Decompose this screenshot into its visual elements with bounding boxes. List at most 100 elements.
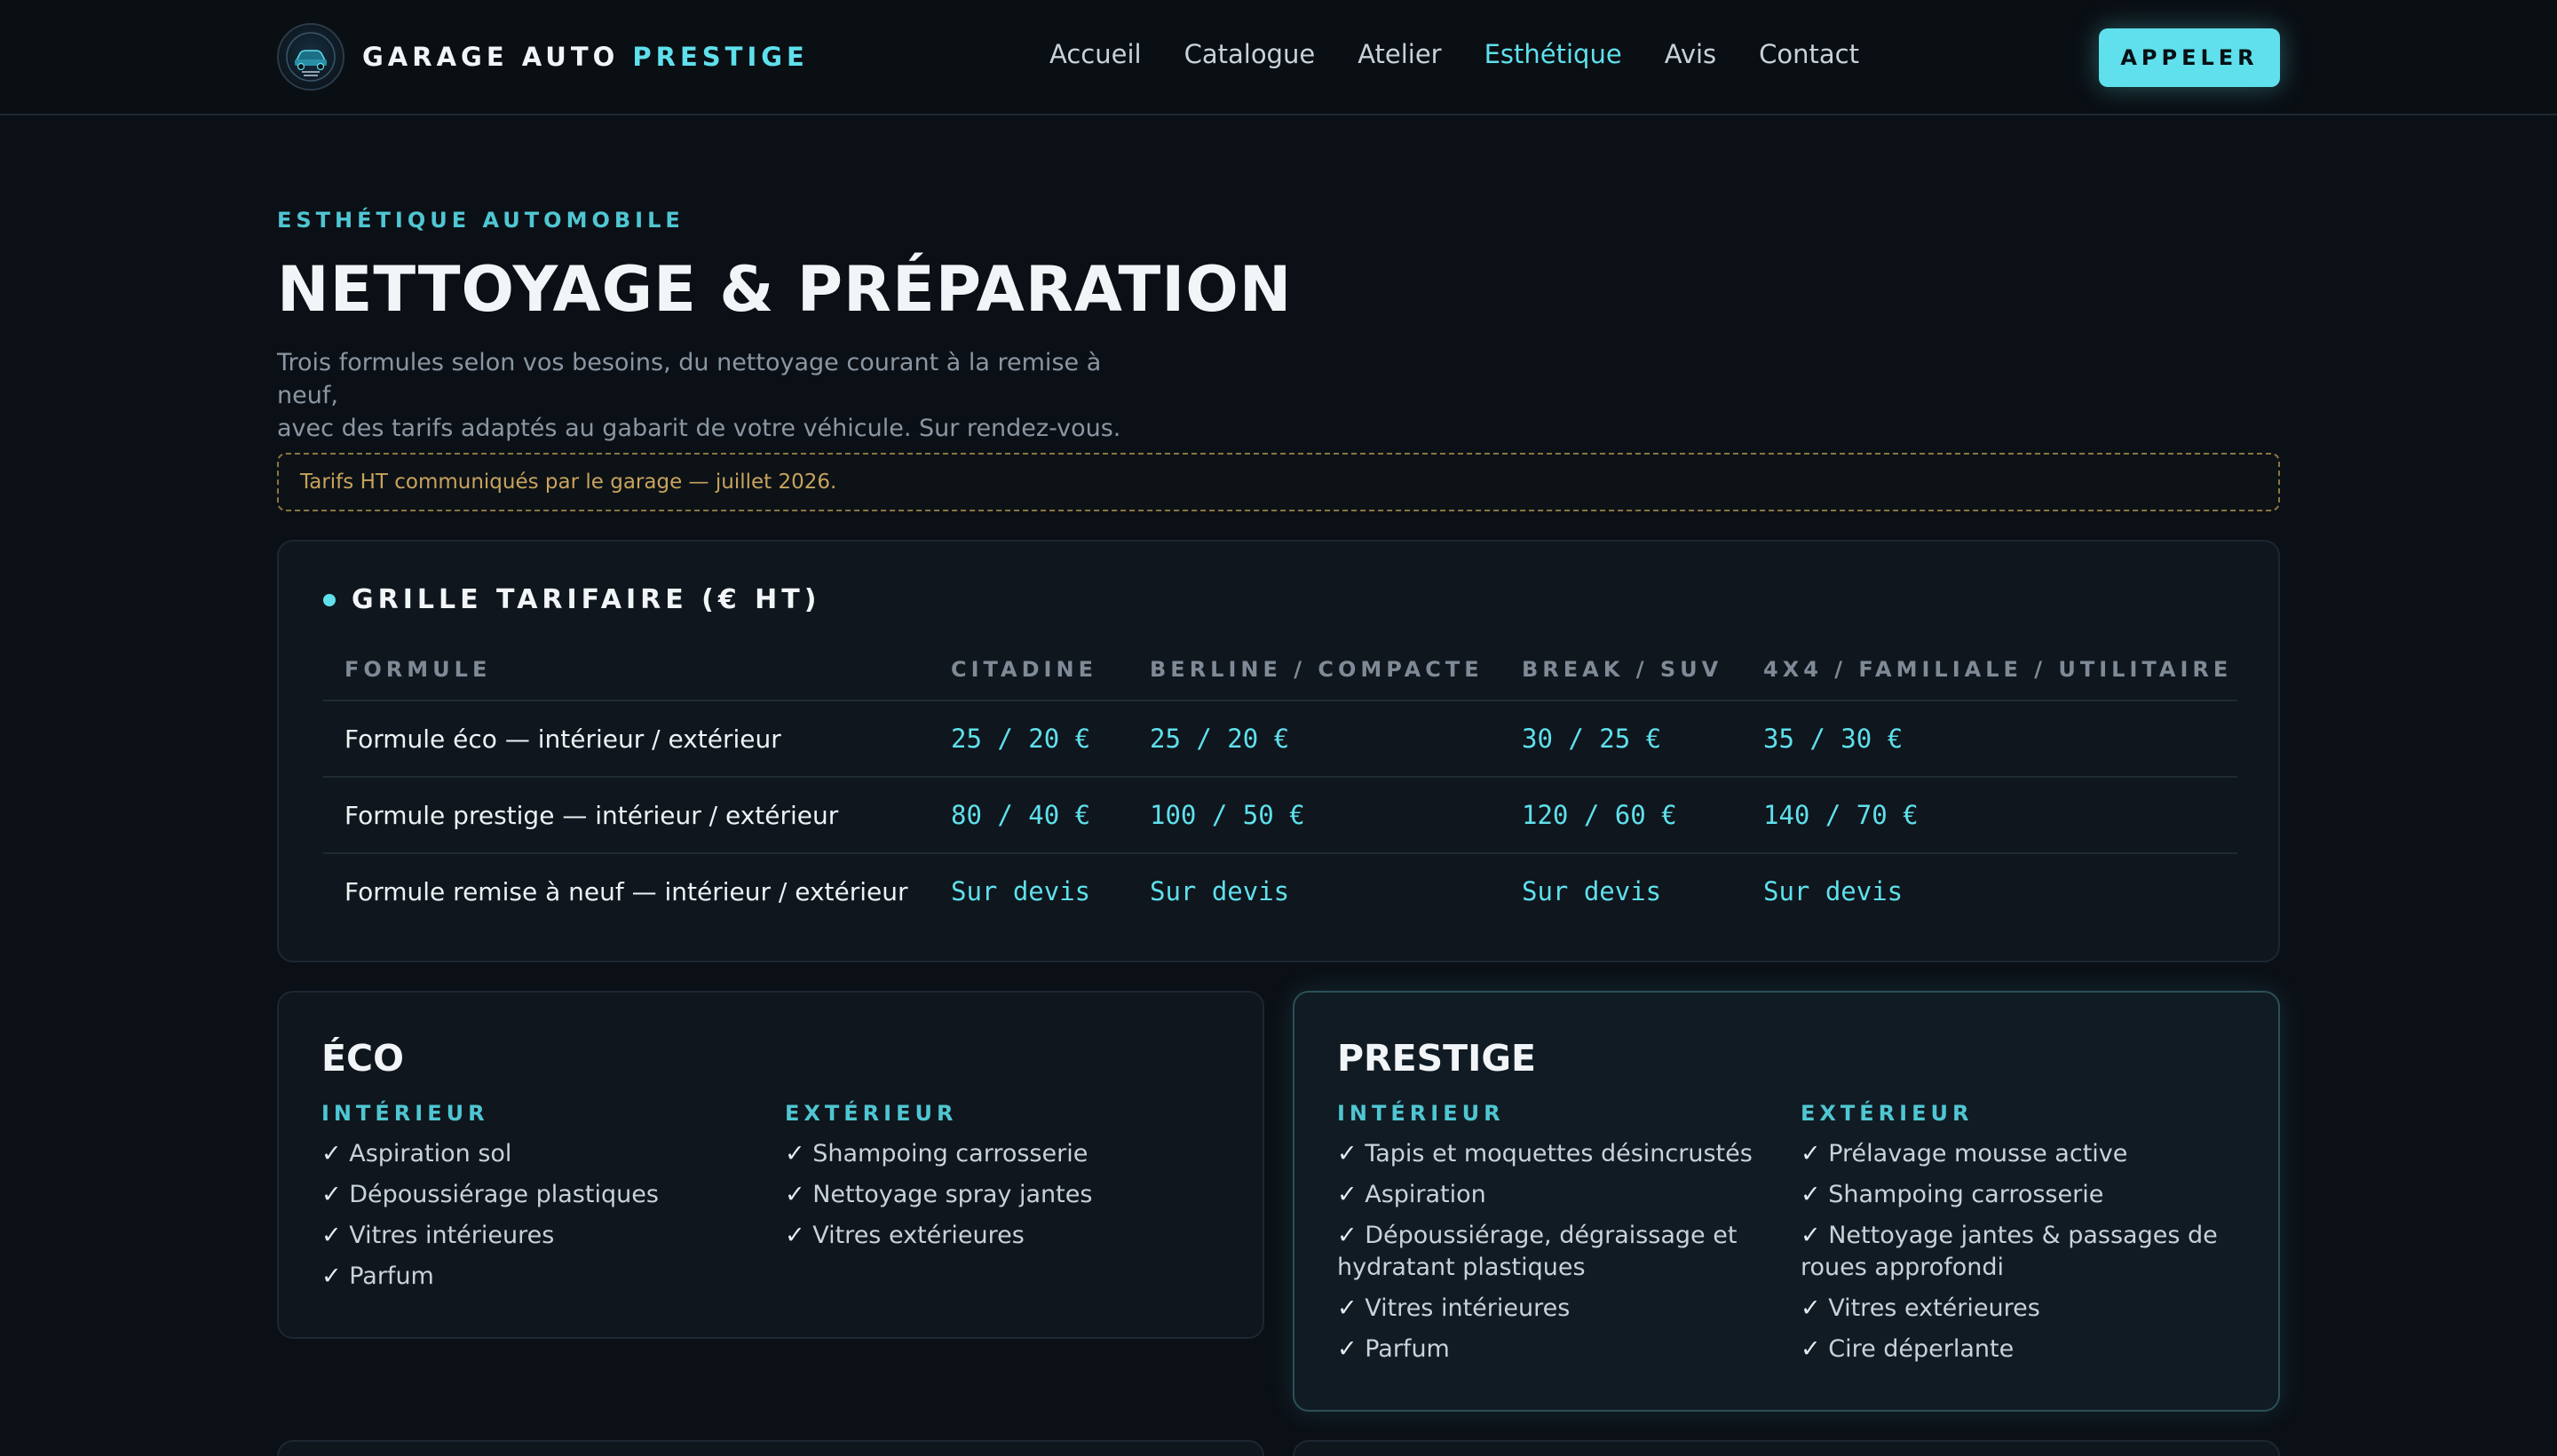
check-icon: ✓: [785, 1140, 805, 1167]
list-item: ✓ Dépoussiérage, dégraissage et hydratan…: [1337, 1220, 1763, 1284]
price-cell: 80 / 40 €: [930, 777, 1128, 854]
price-cell: 30 / 25 €: [1500, 700, 1742, 778]
check-icon: ✓: [1337, 1294, 1358, 1322]
list-item: ✓ Aspiration: [1337, 1179, 1763, 1211]
brand-name-main: GARAGE AUTO: [362, 42, 620, 72]
list-item: ✓ Shampoing carrosserie: [1801, 1179, 2227, 1211]
column-header: FORMULE: [323, 639, 930, 701]
list-item: ✓ Parfum: [1337, 1333, 1763, 1365]
list-item-text: Vitres extérieures: [812, 1222, 1025, 1249]
price-cell: Sur devis: [1763, 876, 1904, 906]
section-eyebrow: ESTHÉTIQUE AUTOMOBILE: [277, 208, 685, 233]
nav-catalogue[interactable]: Catalogue: [1184, 39, 1316, 69]
brand[interactable]: GARAGE AUTO PRESTIGE: [277, 23, 809, 91]
table-row: Formule remise à neuf — intérieur / exté…: [323, 853, 2237, 929]
table-row: Formule éco — intérieur / extérieur 25 /…: [323, 700, 2237, 778]
check-icon: ✓: [321, 1262, 342, 1290]
price-grid-card: GRILLE TARIFAIRE (€ HT) FORMULE CITADINE…: [277, 540, 2280, 962]
pricing-notice: Tarifs HT communiqués par le garage — ju…: [277, 453, 2280, 511]
price-cell: 120 / 60 €: [1500, 777, 1742, 854]
list-item-text: Dépoussiérage, dégraissage et hydratant …: [1337, 1222, 1738, 1281]
check-icon: ✓: [1801, 1222, 1821, 1249]
list-item-text: Parfum: [1365, 1335, 1450, 1363]
interior-column: INTÉRIEUR ✓ Tapis et moquettes désincrus…: [1337, 1101, 1763, 1374]
nav-contact[interactable]: Contact: [1759, 39, 1859, 69]
check-icon: ✓: [1801, 1140, 1821, 1167]
table-row: Formule prestige — intérieur / extérieur…: [323, 777, 2237, 854]
list-item-text: Vitres extérieures: [1828, 1294, 2040, 1322]
list-item: ✓ Dépoussiérage plastiques: [321, 1179, 748, 1211]
list-item-text: Aspiration sol: [349, 1140, 512, 1167]
check-icon: ✓: [1337, 1140, 1358, 1167]
exterior-label: EXTÉRIEUR: [785, 1101, 958, 1126]
list-item: ✓ Vitres extérieures: [785, 1220, 1211, 1252]
formula-name-cell: Formule remise à neuf — intérieur / exté…: [344, 876, 908, 906]
formula-title: PRESTIGE: [1337, 1037, 1537, 1080]
check-icon: ✓: [321, 1181, 342, 1208]
price-cell: 140 / 70 €: [1742, 777, 2237, 854]
formula-card-eco: ÉCO INTÉRIEUR ✓ Aspiration sol ✓ Dépouss…: [277, 991, 1264, 1339]
check-icon: ✓: [321, 1222, 342, 1249]
formula-name-cell: Formule éco — intérieur / extérieur: [323, 700, 930, 778]
nav-avis[interactable]: Avis: [1665, 39, 1716, 69]
price-cell: 25 / 20 €: [1128, 700, 1500, 778]
brand-name: GARAGE AUTO PRESTIGE: [362, 42, 809, 72]
exterior-list: ✓ Prélavage mousse active ✓ Shampoing ca…: [1801, 1138, 2227, 1365]
nav-esthetique[interactable]: Esthétique: [1484, 39, 1622, 69]
price-grid-heading: GRILLE TARIFAIRE (€ HT): [323, 584, 820, 615]
column-header: 4X4 / FAMILIALE / UTILITAIRE: [1742, 639, 2237, 701]
check-icon: ✓: [1337, 1335, 1358, 1363]
list-item-text: Vitres intérieures: [349, 1222, 555, 1249]
list-item: ✓ Aspiration sol: [321, 1138, 748, 1170]
price-cell: 25 / 20 €: [930, 700, 1128, 778]
price-grid-title: GRILLE TARIFAIRE (€ HT): [352, 584, 821, 615]
price-cell: 35 / 30 €: [1742, 700, 2237, 778]
exterior-label: EXTÉRIEUR: [1801, 1101, 1974, 1126]
nav-accueil[interactable]: Accueil: [1049, 39, 1142, 69]
intro-text: Trois formules selon vos besoins, du net…: [277, 346, 1165, 445]
interior-label: INTÉRIEUR: [321, 1101, 489, 1126]
next-card-edge: [1293, 1440, 2280, 1456]
interior-column: INTÉRIEUR ✓ Aspiration sol ✓ Dépoussiéra…: [321, 1101, 748, 1302]
price-cell: Sur devis: [951, 876, 1091, 906]
formula-card-prestige: PRESTIGE INTÉRIEUR ✓ Tapis et moquettes …: [1293, 991, 2280, 1412]
page-title: NETTOYAGE & PRÉPARATION: [277, 253, 1293, 326]
list-item: ✓ Nettoyage jantes & passages de roues a…: [1801, 1220, 2227, 1284]
main-nav: Accueil Catalogue Atelier Esthétique Avi…: [1049, 39, 1859, 69]
list-item: ✓ Prélavage mousse active: [1801, 1138, 2227, 1170]
check-icon: ✓: [1801, 1181, 1821, 1208]
intro-line-1: Trois formules selon vos besoins, du net…: [277, 349, 1102, 409]
price-table: FORMULE CITADINE BERLINE / COMPACTE BREA…: [323, 639, 2237, 929]
site-header: GARAGE AUTO PRESTIGE Accueil Catalogue A…: [0, 0, 2557, 115]
next-card-edge: [277, 1440, 1264, 1456]
list-item: ✓ Parfum: [321, 1261, 748, 1293]
list-item: ✓ Vitres intérieures: [321, 1220, 748, 1252]
bullet-dot-icon: [323, 593, 336, 606]
check-icon: ✓: [785, 1222, 805, 1249]
list-item: ✓ Nettoyage spray jantes: [785, 1179, 1211, 1211]
check-icon: ✓: [785, 1181, 805, 1208]
list-item: ✓ Vitres extérieures: [1801, 1293, 2227, 1325]
list-item-text: Dépoussiérage plastiques: [349, 1181, 659, 1208]
brand-name-accent: PRESTIGE: [632, 42, 809, 72]
column-header: BERLINE / COMPACTE: [1128, 639, 1500, 701]
price-cell: Sur devis: [1522, 876, 1662, 906]
check-icon: ✓: [1337, 1222, 1358, 1249]
column-header: CITADINE: [930, 639, 1128, 701]
list-item-text: Nettoyage jantes & passages de roues app…: [1801, 1222, 2218, 1281]
exterior-column: EXTÉRIEUR ✓ Prélavage mousse active ✓ Sh…: [1801, 1101, 2227, 1374]
list-item-text: Shampoing carrosserie: [812, 1140, 1089, 1167]
list-item: ✓ Tapis et moquettes désincrustés: [1337, 1138, 1763, 1170]
nav-atelier[interactable]: Atelier: [1358, 39, 1441, 69]
column-header: BREAK / SUV: [1500, 639, 1742, 701]
list-item: ✓ Cire déperlante: [1801, 1333, 2227, 1365]
list-item-text: Nettoyage spray jantes: [812, 1181, 1093, 1208]
list-item: ✓ Shampoing carrosserie: [785, 1138, 1211, 1170]
interior-list: ✓ Tapis et moquettes désincrustés ✓ Aspi…: [1337, 1138, 1763, 1365]
call-button[interactable]: APPELER: [2099, 28, 2280, 87]
price-cell: Sur devis: [1150, 876, 1290, 906]
table-header-row: FORMULE CITADINE BERLINE / COMPACTE BREA…: [323, 639, 2237, 701]
check-icon: ✓: [1337, 1181, 1358, 1208]
check-icon: ✓: [321, 1140, 342, 1167]
list-item: ✓ Vitres intérieures: [1337, 1293, 1763, 1325]
